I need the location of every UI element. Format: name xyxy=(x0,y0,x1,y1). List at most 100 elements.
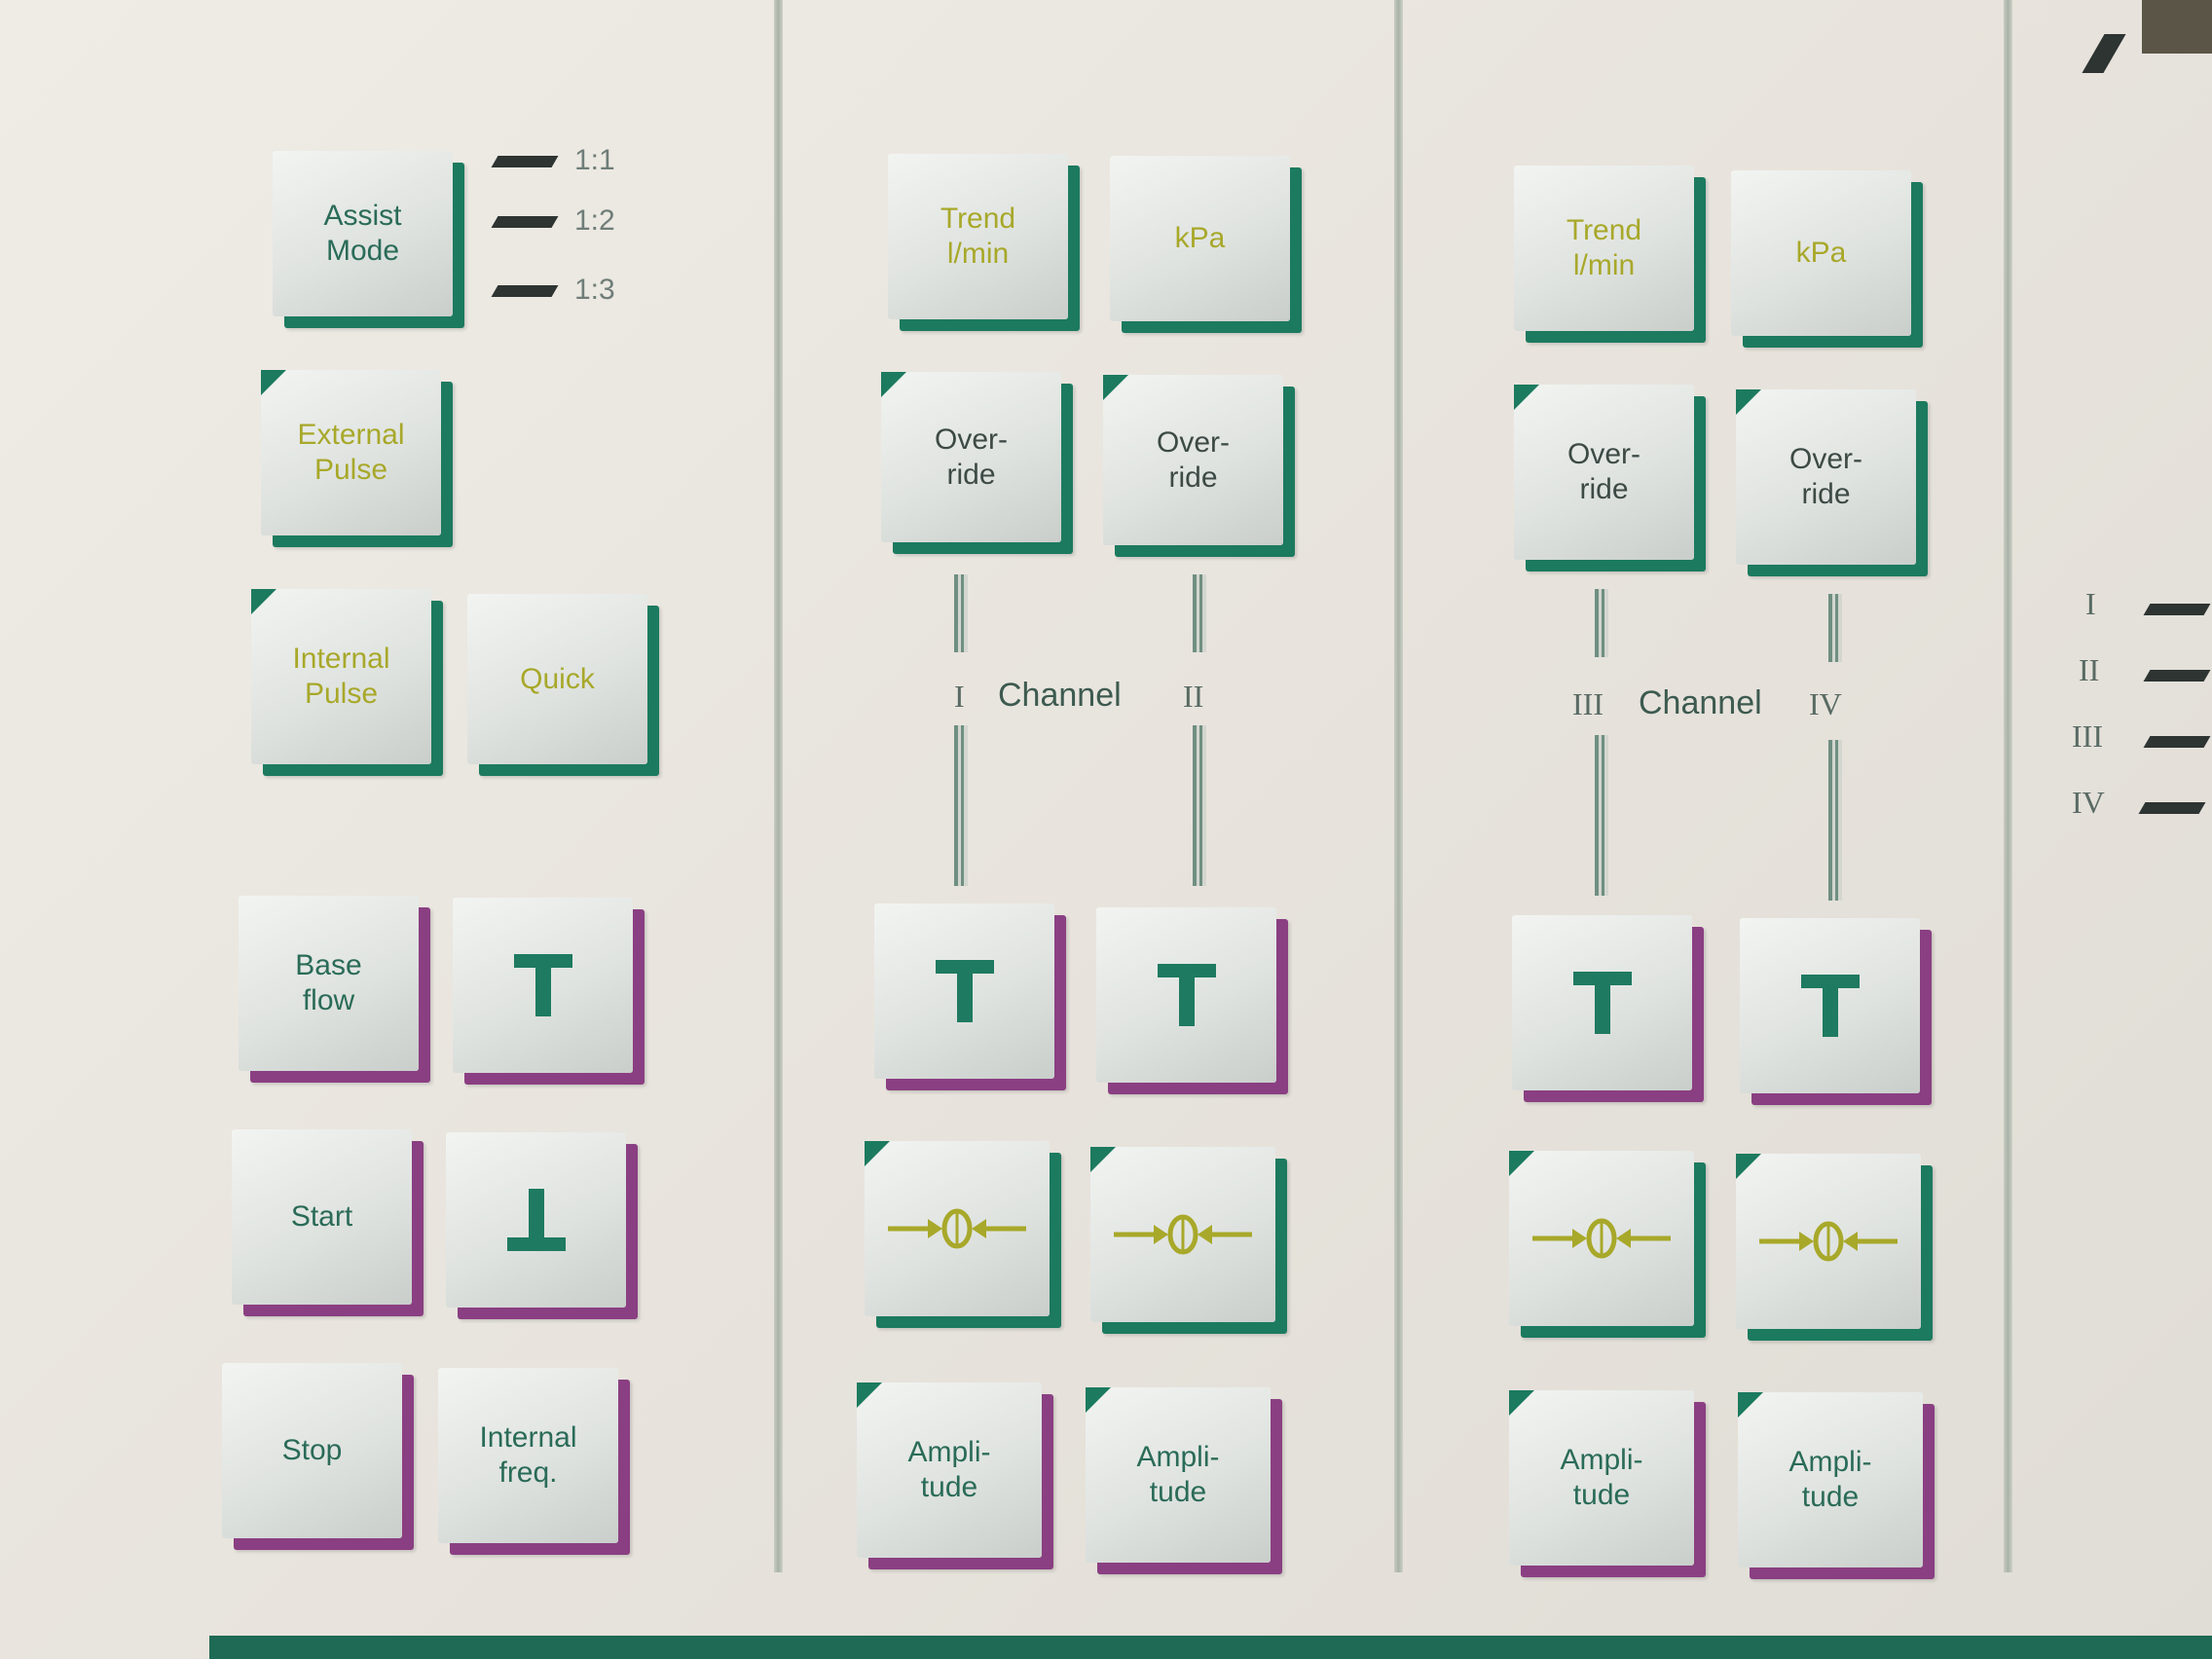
channel-rail-1-top xyxy=(954,574,968,652)
amplitude-button-ch1[interactable]: Ampli- tude xyxy=(857,1382,1042,1558)
bottom-bar xyxy=(209,1636,2212,1659)
right-indicator-slot-iii xyxy=(2143,736,2211,748)
t-up-icon xyxy=(1572,972,1632,1034)
external-pulse-button[interactable]: External Pulse xyxy=(261,370,441,535)
right-indicator-label-ii: II xyxy=(2079,652,2100,687)
override-button-ch4[interactable]: Over- ride xyxy=(1736,389,1916,565)
t-up-icon xyxy=(513,954,572,1016)
divider-3 xyxy=(2004,0,2012,1572)
channel-rail-4-top xyxy=(1828,594,1842,662)
channel-label-iii: III xyxy=(1572,686,1604,721)
override-button-ch1[interactable]: Over- ride xyxy=(881,372,1061,542)
channel-rail-4-bottom xyxy=(1828,740,1842,901)
indicator-label-1: 1:1 xyxy=(574,144,615,176)
start-button[interactable]: Start xyxy=(232,1129,412,1305)
override-button-ch2[interactable]: Over- ride xyxy=(1103,375,1283,545)
amplitude-label-ch1b: tude xyxy=(920,1471,978,1503)
indicator-slot-3 xyxy=(491,285,559,297)
internal-pulse-button[interactable]: Internal Pulse xyxy=(251,589,431,764)
trend-label-1a: Trend xyxy=(940,203,1016,235)
amplitude-label-ch3a: Ampli- xyxy=(1560,1444,1643,1476)
kpa-button-1[interactable]: kPa xyxy=(1110,156,1290,321)
internal-freq-label-1: Internal xyxy=(479,1421,577,1454)
override-label-ch4b: ride xyxy=(1801,478,1851,510)
kpa-label-2: kPa xyxy=(1795,237,1847,269)
trend-label-2b: l/min xyxy=(1572,249,1636,281)
panel-corner xyxy=(2142,0,2212,54)
increase-button-ch3[interactable] xyxy=(1512,915,1692,1090)
override-label-ch2b: ride xyxy=(1168,461,1218,494)
external-pulse-label-1: External xyxy=(297,419,405,451)
indicator-label-2: 1:2 xyxy=(574,204,615,237)
kpa-label-1: kPa xyxy=(1174,222,1226,254)
amplitude-label-ch2b: tude xyxy=(1149,1476,1207,1508)
override-label-ch3a: Over- xyxy=(1567,438,1641,470)
internal-pulse-label-1: Internal xyxy=(292,643,390,675)
trend-button-2[interactable]: Trend l/min xyxy=(1514,166,1694,331)
stop-button[interactable]: Stop xyxy=(222,1363,402,1538)
channel-label-i: I xyxy=(954,679,965,714)
increase-button-ch1[interactable] xyxy=(874,903,1054,1079)
quick-label: Quick xyxy=(520,662,595,695)
divider-2 xyxy=(1394,0,1403,1572)
right-indicator-slot-iv xyxy=(2138,802,2206,814)
override-label-ch4a: Over- xyxy=(1789,443,1862,475)
amplitude-label-ch4b: tude xyxy=(1801,1481,1860,1513)
override-label-ch3b: ride xyxy=(1579,473,1629,505)
increase-button-ch4[interactable] xyxy=(1740,918,1920,1093)
start-label: Start xyxy=(290,1200,353,1233)
increase-button-ch2[interactable] xyxy=(1096,907,1276,1083)
increase-button-left[interactable] xyxy=(453,898,633,1073)
channel-rail-1-bottom xyxy=(954,725,968,886)
quick-button[interactable]: Quick xyxy=(467,594,647,764)
zero-center-icon xyxy=(1759,1221,1898,1262)
assist-mode-button[interactable]: Assist Mode xyxy=(273,151,453,316)
indicator-slot-1 xyxy=(491,156,559,167)
channel-rail-3-top xyxy=(1595,589,1608,657)
decrease-button-left[interactable] xyxy=(446,1132,626,1308)
zero-button-ch4[interactable] xyxy=(1736,1154,1921,1329)
stop-label: Stop xyxy=(281,1434,343,1466)
override-button-ch3[interactable]: Over- ride xyxy=(1514,385,1694,560)
t-up-icon xyxy=(1157,964,1216,1026)
right-indicator-label-i: I xyxy=(2085,586,2096,621)
indicator-label-3: 1:3 xyxy=(574,274,615,306)
zero-center-icon xyxy=(1532,1218,1671,1259)
amplitude-label-ch1a: Ampli- xyxy=(907,1436,991,1468)
t-up-icon xyxy=(1800,975,1860,1037)
override-label-ch2a: Over- xyxy=(1157,425,1230,459)
zero-button-ch3[interactable] xyxy=(1509,1151,1694,1326)
channel-rail-2-top xyxy=(1193,574,1206,652)
trend-label-2a: Trend xyxy=(1566,214,1642,246)
trend-button-1[interactable]: Trend l/min xyxy=(888,154,1068,319)
amplitude-button-ch4[interactable]: Ampli- tude xyxy=(1738,1392,1923,1567)
base-flow-label-1: Base xyxy=(295,949,362,981)
kpa-button-2[interactable]: kPa xyxy=(1731,170,1911,336)
trend-label-1b: l/min xyxy=(946,238,1010,270)
override-label-ch1a: Over- xyxy=(935,423,1008,456)
channel-label-2: Channel xyxy=(1639,684,1762,721)
assist-mode-label-2: Mode xyxy=(325,235,400,267)
assist-mode-label-1: Assist xyxy=(323,200,402,232)
right-indicator-label-iv: IV xyxy=(2072,785,2105,820)
internal-freq-button[interactable]: Internal freq. xyxy=(438,1368,618,1543)
divider-1 xyxy=(774,0,783,1572)
zero-center-icon xyxy=(888,1208,1026,1249)
right-indicator-slot-i xyxy=(2143,604,2211,615)
zero-button-ch1[interactable] xyxy=(865,1141,1050,1316)
channel-label-1: Channel xyxy=(998,677,1122,714)
base-flow-button[interactable]: Base flow xyxy=(239,896,419,1071)
amplitude-label-ch3b: tude xyxy=(1572,1479,1631,1511)
t-up-icon xyxy=(935,960,994,1022)
base-flow-label-2: flow xyxy=(302,984,355,1016)
external-pulse-label-2: Pulse xyxy=(313,454,388,486)
zero-center-icon xyxy=(1114,1214,1252,1255)
override-label-ch1b: ride xyxy=(946,458,996,491)
right-indicator-label-iii: III xyxy=(2072,719,2103,754)
amplitude-label-ch2a: Ampli- xyxy=(1136,1441,1220,1473)
amplitude-button-ch2[interactable]: Ampli- tude xyxy=(1086,1387,1271,1563)
amplitude-button-ch3[interactable]: Ampli- tude xyxy=(1509,1390,1694,1566)
internal-pulse-label-2: Pulse xyxy=(304,678,379,710)
zero-button-ch2[interactable] xyxy=(1090,1147,1275,1322)
channel-label-iv: IV xyxy=(1809,686,1842,721)
